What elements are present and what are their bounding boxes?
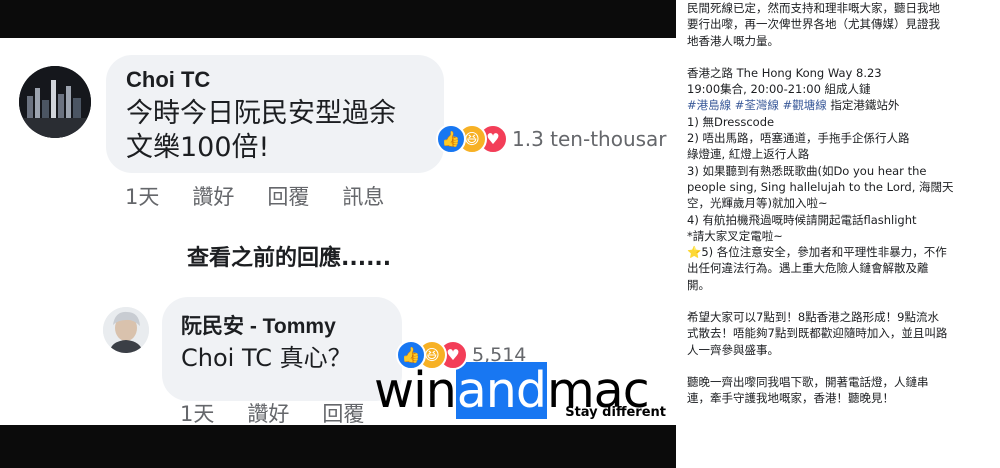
text-line: 人一齊參與盛事。: [687, 342, 779, 357]
hashtag-link[interactable]: #荃灣線: [735, 98, 779, 112]
comment-line: 今時今日阮民安型過余: [126, 98, 396, 129]
avatar[interactable]: [103, 307, 149, 353]
text-line: 式散去！唔能夠7點到既都歡迎隨時加入，並且叫路: [687, 326, 948, 341]
like-icon: 👍: [436, 124, 466, 154]
text-line: 聽晚一齊出嚟同我唱下歌，開著電話燈，人鏈串: [687, 374, 929, 389]
rule-line: *請大家叉定電啦~: [687, 228, 783, 243]
comment-line: Choi TC 真心？: [181, 344, 352, 372]
text-line: 民間死線已定，然而支持和理非嘅大家，聽日我地: [687, 1, 940, 15]
like-icon: 👍: [396, 340, 426, 370]
winandmac-watermark: winandmac Stay different: [374, 362, 676, 427]
event-time: 19:00集合, 20:00-21:00 組成人鏈: [687, 82, 871, 97]
comment-text: 今時今日阮民安型過余 文樂100倍!: [126, 97, 396, 165]
article-text: 民間死線已定，然而支持和理非嘅大家，聽日我地 要行出嚟，再一次俾世界各地（尤其傳…: [687, 0, 993, 468]
rule-line: 開。: [687, 277, 710, 292]
reply-button[interactable]: 回覆: [322, 398, 364, 428]
text-line: 希望大家可以7點到！8點香港之路形成！9點流水: [687, 310, 939, 325]
like-button[interactable]: 讚好: [247, 398, 289, 428]
text-line: 要行出嚟，再一次俾世界各地（尤其傳媒）見證我: [687, 17, 940, 32]
hashtag-link[interactable]: #港島線: [687, 98, 731, 112]
comment-text: Choi TC 真心？: [181, 341, 352, 375]
bottom-black-bar: [0, 425, 676, 468]
view-previous-replies-link[interactable]: 查看之前的回應......: [187, 240, 391, 272]
comment-author[interactable]: 阮民安 - Tommy: [181, 310, 336, 340]
rule-line: 空，光輝歲月等)就加入啦~: [687, 196, 828, 211]
avatar[interactable]: [19, 66, 91, 138]
comment-author[interactable]: Choi TC: [126, 67, 210, 93]
rule-line: 綠燈連, 紅燈上返行人路: [687, 147, 810, 162]
comments-screenshot: Choi TC 今時今日阮民安型過余 文樂100倍! 👍 😆 ♥ 1.3 ten…: [0, 0, 676, 468]
rule-line: 1) 無Dresscode: [687, 114, 775, 129]
watermark-tagline: Stay different: [565, 405, 666, 420]
rule-line: 3) 如果聽到有熟悉既歌曲(如Do you hear the: [687, 163, 927, 178]
like-button[interactable]: 讚好: [192, 181, 234, 211]
hashtag-line: #港島線 #荃灣線 #觀塘線 指定港鐵站外: [687, 98, 900, 113]
comment-line: 文樂100倍!: [126, 132, 270, 163]
timestamp[interactable]: 1天: [180, 398, 214, 428]
rule-line: 4) 有航拍機飛過嘅時候請開起電話flashlight: [687, 212, 917, 227]
comment-actions: 1天 讚好 回覆 訊息: [125, 181, 417, 211]
rule-line: people sing, Sing hallelujah to the Lord…: [687, 179, 954, 194]
reaction-count: 1.3 ten-thousar: [512, 127, 667, 151]
rule-line: 2) 唔出馬路，唔塞通道，手拖手企係行人路: [687, 131, 910, 146]
comment-actions: 1天 讚好 回覆: [180, 398, 397, 428]
hashtag-link[interactable]: #觀塘線: [783, 98, 827, 112]
text-line: 地香港人嘅力量。: [687, 33, 779, 48]
reaction-summary[interactable]: 👍 😆 ♥ 1.3 ten-thousar: [436, 124, 667, 154]
event-title: 香港之路 The Hong Kong Way 8.23: [687, 65, 882, 80]
text-line: 連，牽手守護我地嘅家，香港！聽晚見！: [687, 391, 894, 406]
reply-button[interactable]: 回覆: [267, 181, 309, 211]
rule-line: ⭐5) 各位注意安全，參加者和平理性非暴力，不作: [687, 245, 947, 260]
message-button[interactable]: 訊息: [342, 181, 384, 211]
top-black-bar: [0, 0, 676, 38]
rule-line: 出任何違法行為。遇上重大危險人鏈會解散及離: [687, 261, 929, 276]
timestamp[interactable]: 1天: [125, 181, 159, 211]
